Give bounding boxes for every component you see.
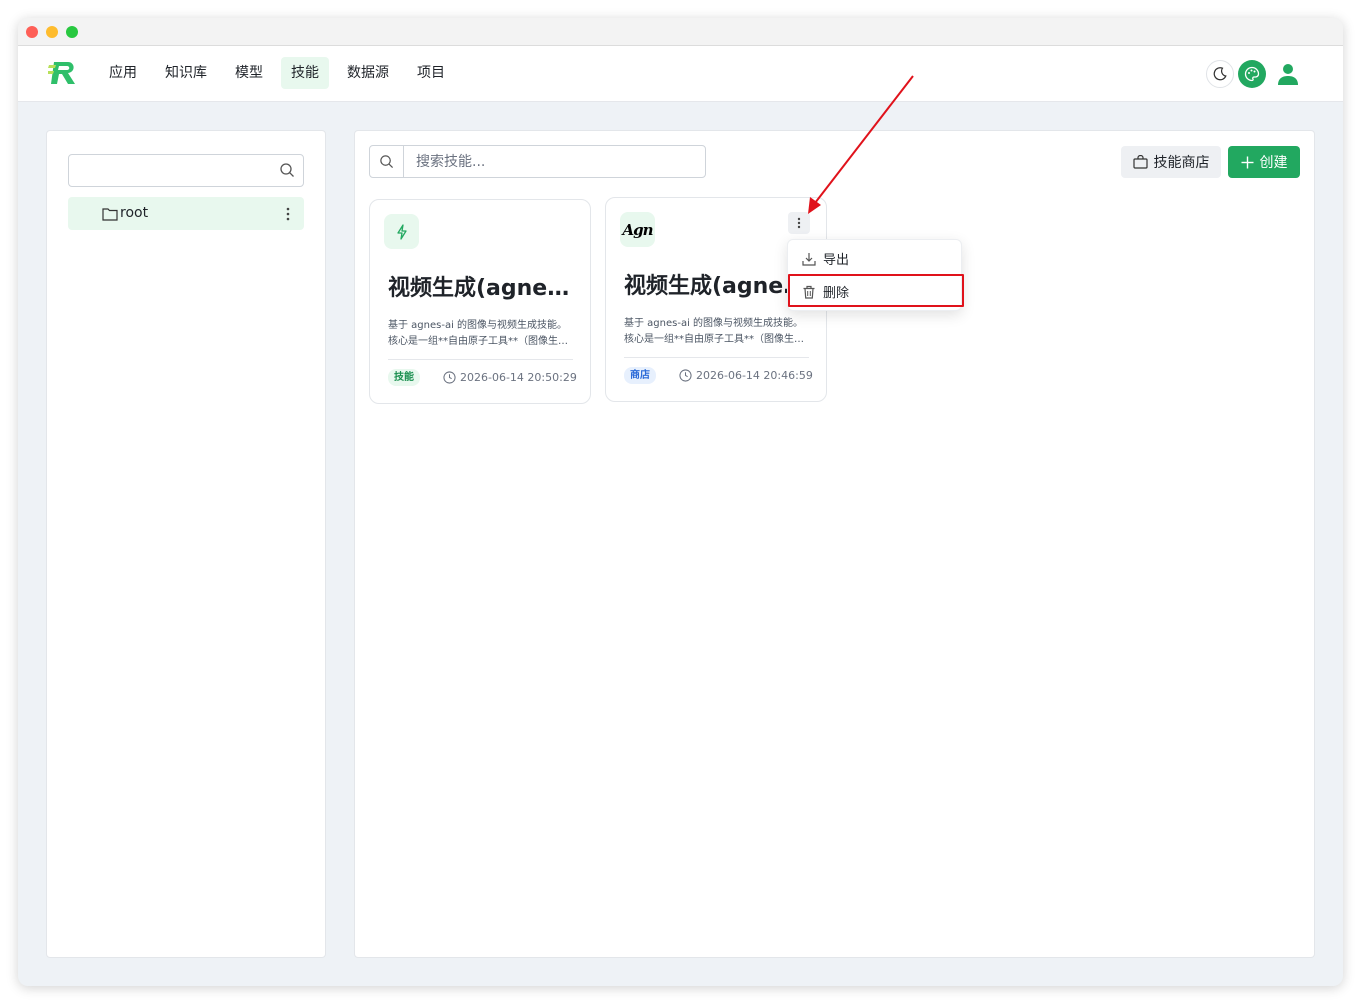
- moon-icon: [1213, 67, 1227, 81]
- menu-item-delete[interactable]: 删除: [788, 276, 963, 307]
- skill-avatar: Agn: [620, 212, 655, 247]
- lightning-icon: [396, 223, 407, 240]
- shopping-bag-icon: [1132, 155, 1148, 169]
- palette-button[interactable]: [1238, 60, 1266, 88]
- skill-card[interactable]: 视频生成(agnes-ai) 基于 agnes-ai 的图像与视频生成技能。核心…: [369, 199, 591, 404]
- card-context-menu: 导出 删除: [787, 239, 962, 311]
- clock-icon: [679, 369, 692, 382]
- folder-icon: [102, 206, 118, 225]
- skill-store-button[interactable]: 技能商店: [1121, 146, 1221, 178]
- skill-card-title: 视频生成(agnes-ai): [388, 276, 578, 301]
- user-avatar-button[interactable]: [1274, 60, 1302, 88]
- more-vertical-icon[interactable]: [286, 206, 290, 225]
- time-text: 2026-06-14 20:50:29: [460, 371, 577, 384]
- menu-item-label: 删除: [823, 286, 850, 301]
- clock-icon: [443, 371, 456, 384]
- card-divider: [624, 357, 809, 358]
- skill-card-description: 基于 agnes-ai 的图像与视频生成技能。核心是一组**自由原子工具**（图…: [624, 318, 804, 345]
- tree-item-label: root: [120, 205, 149, 221]
- skill-avatar: [384, 214, 419, 249]
- skill-search-input[interactable]: [405, 146, 703, 177]
- maximize-window-button[interactable]: [66, 26, 78, 38]
- nav-item-models[interactable]: 模型: [225, 57, 273, 89]
- skill-tag: 技能: [388, 369, 420, 386]
- main-panel: 技能商店 创建 视频生成(agnes-ai) 基于 agnes-ai 的图像与视…: [354, 130, 1315, 958]
- more-vertical-icon: [797, 217, 801, 229]
- skill-card-title: 视频生成(agnes-ai): [624, 274, 814, 299]
- skill-card-time: 2026-06-14 20:46:59: [679, 367, 813, 384]
- theme-toggle-button[interactable]: [1206, 60, 1234, 88]
- sidebar-search-field[interactable]: [68, 154, 304, 187]
- search-icon: [370, 146, 404, 177]
- nav-item-skills[interactable]: 技能: [281, 57, 329, 89]
- top-navbar: 应用 知识库 模型 技能 数据源 项目: [18, 46, 1343, 102]
- nav-item-datasources[interactable]: 数据源: [337, 57, 399, 89]
- trash-icon: [803, 285, 815, 299]
- nav-item-apps[interactable]: 应用: [99, 57, 147, 89]
- plus-icon: [1241, 156, 1253, 168]
- store-tag: 商店: [624, 367, 656, 384]
- skill-store-label: 技能商店: [1153, 155, 1210, 171]
- skill-avatar-text: Agn: [622, 220, 653, 239]
- sidebar-panel: root: [46, 130, 326, 958]
- nav-item-projects[interactable]: 项目: [407, 57, 455, 89]
- card-divider: [388, 359, 573, 360]
- tree-item-root[interactable]: root: [68, 197, 304, 230]
- user-icon: [1278, 64, 1298, 85]
- download-icon: [802, 252, 816, 266]
- close-window-button[interactable]: [26, 26, 38, 38]
- skill-card-description: 基于 agnes-ai 的图像与视频生成技能。核心是一组**自由原子工具**（图…: [388, 320, 568, 347]
- create-button[interactable]: 创建: [1228, 146, 1300, 178]
- skill-search-field[interactable]: [369, 145, 706, 178]
- app-logo-icon[interactable]: [47, 60, 78, 86]
- sidebar-search-input[interactable]: [69, 155, 269, 186]
- skill-card-time: 2026-06-14 20:50:29: [443, 369, 577, 386]
- nav-item-knowledge[interactable]: 知识库: [155, 57, 217, 89]
- app-window: 应用 知识库 模型 技能 数据源 项目 root 搜索技能... 技能商店 创建…: [18, 18, 1343, 986]
- menu-item-export[interactable]: 导出: [788, 243, 963, 274]
- palette-icon: [1244, 66, 1260, 82]
- window-titlebar: [18, 18, 1343, 46]
- minimize-window-button[interactable]: [46, 26, 58, 38]
- time-text: 2026-06-14 20:46:59: [696, 369, 813, 382]
- search-icon[interactable]: [279, 162, 295, 182]
- card-more-button[interactable]: [788, 212, 810, 234]
- create-label: 创建: [1259, 155, 1288, 171]
- menu-item-label: 导出: [823, 253, 850, 268]
